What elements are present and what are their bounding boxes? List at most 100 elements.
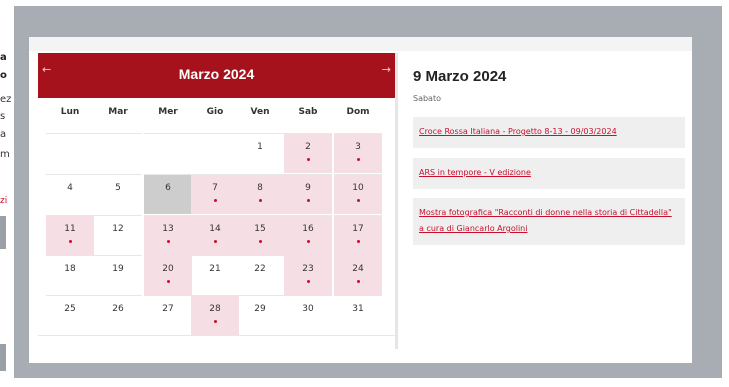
calendar-day-cell[interactable]: 16 — [284, 215, 332, 255]
day-number: 20 — [162, 264, 174, 274]
weekday-label: Ven — [250, 107, 270, 117]
event-dot-icon — [357, 158, 360, 161]
day-number: 22 — [254, 264, 266, 274]
day-number: 14 — [209, 224, 221, 234]
calendar-bottom-line — [38, 335, 395, 336]
fragment-text: o — [0, 70, 7, 81]
calendar-day-cell[interactable]: 25 — [46, 295, 94, 335]
calendar-day-cell[interactable]: 6 — [144, 174, 192, 214]
selected-date-title: 9 Marzo 2024 — [413, 68, 507, 85]
day-number: 4 — [67, 183, 73, 193]
calendar-day-cell[interactable]: 8 — [236, 174, 284, 214]
calendar-day-cell[interactable]: 21 — [191, 255, 239, 295]
fragment-text: ez — [0, 94, 12, 105]
day-number: 31 — [352, 304, 364, 314]
event-dot-icon — [357, 199, 360, 202]
calendar-day-cell[interactable]: 23 — [284, 255, 332, 295]
weekday-label: Gio — [206, 107, 224, 117]
weekday-label: Mer — [158, 107, 178, 117]
day-number: 3 — [355, 142, 361, 152]
calendar-day-cell[interactable]: 17 — [334, 215, 382, 255]
next-month-arrow-icon[interactable]: → — [382, 64, 391, 75]
event-link[interactable]: Croce Rossa Italiana - Progetto 8-13 - 0… — [413, 124, 685, 140]
month-title: Marzo 2024 — [178, 66, 255, 82]
fragment-button[interactable] — [0, 216, 6, 249]
day-number: 5 — [115, 183, 121, 193]
calendar-day-cell[interactable]: 15 — [236, 215, 284, 255]
calendar-day-cell[interactable]: 30 — [284, 295, 332, 335]
fragment-button[interactable] — [0, 344, 6, 371]
calendar-day-cell[interactable]: 20 — [144, 255, 192, 295]
event-card: Croce Rossa Italiana - Progetto 8-13 - 0… — [413, 117, 685, 148]
calendar-day-cell[interactable]: 22 — [236, 255, 284, 295]
event-card: ARS in tempore - V edizione — [413, 158, 685, 189]
calendar-day-cell[interactable]: 26 — [94, 295, 142, 335]
weekday-label: Dom — [346, 107, 370, 117]
day-number: 10 — [352, 183, 364, 193]
day-number: 23 — [302, 264, 314, 274]
day-number: 2 — [305, 142, 311, 152]
calendar-divider — [395, 53, 398, 349]
event-dot-icon — [214, 240, 217, 243]
calendar-day-cell — [94, 133, 142, 173]
fragment-link[interactable]: zi — [0, 197, 7, 206]
calendar-day-cell[interactable]: 31 — [334, 295, 382, 335]
calendar-day-cell[interactable]: 5 — [94, 174, 142, 214]
calendar-day-cell[interactable]: 13 — [144, 215, 192, 255]
calendar-day-cell[interactable]: 9 — [284, 174, 332, 214]
fragment-text: m — [0, 149, 10, 160]
event-dot-icon — [307, 199, 310, 202]
day-number: 1 — [257, 142, 263, 152]
calendar-day-cell[interactable]: 11 — [46, 215, 94, 255]
calendar-day-cell[interactable]: 2 — [284, 133, 332, 173]
calendar-day-cell[interactable]: 12 — [94, 215, 142, 255]
calendar-day-cell[interactable]: 29 — [236, 295, 284, 335]
event-dot-icon — [357, 240, 360, 243]
weekday-label: Lun — [60, 107, 80, 117]
calendar-day-cell[interactable]: 1 — [236, 133, 284, 173]
event-link[interactable]: Mostra fotografica "Racconti di donne ne… — [413, 205, 685, 237]
event-card: Mostra fotografica "Racconti di donne ne… — [413, 198, 685, 245]
day-number: 11 — [64, 224, 76, 234]
day-number: 12 — [112, 224, 124, 234]
day-number: 15 — [254, 224, 266, 234]
day-number: 30 — [302, 304, 314, 314]
calendar-day-cell — [191, 133, 239, 173]
calendar-day-cell[interactable]: 3 — [334, 133, 382, 173]
day-number: 19 — [112, 264, 124, 274]
calendar-day-cell[interactable]: 14 — [191, 215, 239, 255]
calendar-day-cell[interactable]: 24 — [334, 255, 382, 295]
calendar-day-cell[interactable]: 7 — [191, 174, 239, 214]
calendar-day-cell[interactable]: 4 — [46, 174, 94, 214]
day-number: 18 — [64, 264, 76, 274]
day-number: 24 — [352, 264, 364, 274]
day-number: 17 — [352, 224, 364, 234]
day-number: 29 — [254, 304, 266, 314]
weekday-label: Sab — [298, 107, 318, 117]
calendar-day-cell — [46, 133, 94, 173]
event-dot-icon — [259, 240, 262, 243]
event-dot-icon — [214, 320, 217, 323]
calendar-grid: 1 2 3 4 5 6 7 8 9 10 11 12 13 14 15 16 17 18 19 20 21 22 23 24 2… — [38, 133, 395, 338]
day-number: 6 — [165, 183, 171, 193]
day-number: 7 — [212, 183, 218, 193]
selected-weekday: Sabato — [413, 94, 441, 103]
day-number: 28 — [209, 304, 221, 314]
weekday-header-row: Lun Mar Mer Gio Ven Sab Dom — [38, 107, 395, 129]
event-dot-icon — [259, 199, 262, 202]
calendar-day-cell[interactable]: 27 — [144, 295, 192, 335]
calendar-day-cell[interactable]: 10 — [334, 174, 382, 214]
day-number: 13 — [162, 224, 174, 234]
event-dot-icon — [214, 199, 217, 202]
calendar-day-cell[interactable]: 19 — [94, 255, 142, 295]
day-number: 25 — [64, 304, 76, 314]
event-link[interactable]: ARS in tempore - V edizione — [413, 165, 685, 181]
event-dot-icon — [167, 280, 170, 283]
calendar-header: ← Marzo 2024 → — [38, 53, 395, 98]
day-number: 16 — [302, 224, 314, 234]
calendar-day-cell[interactable]: 18 — [46, 255, 94, 295]
event-dot-icon — [307, 158, 310, 161]
calendar-day-cell[interactable]: 28 — [191, 295, 239, 335]
calendar: ← Marzo 2024 → Lun Mar Mer Gio Ven Sab D… — [38, 53, 395, 353]
fragment-text: a — [0, 129, 7, 140]
